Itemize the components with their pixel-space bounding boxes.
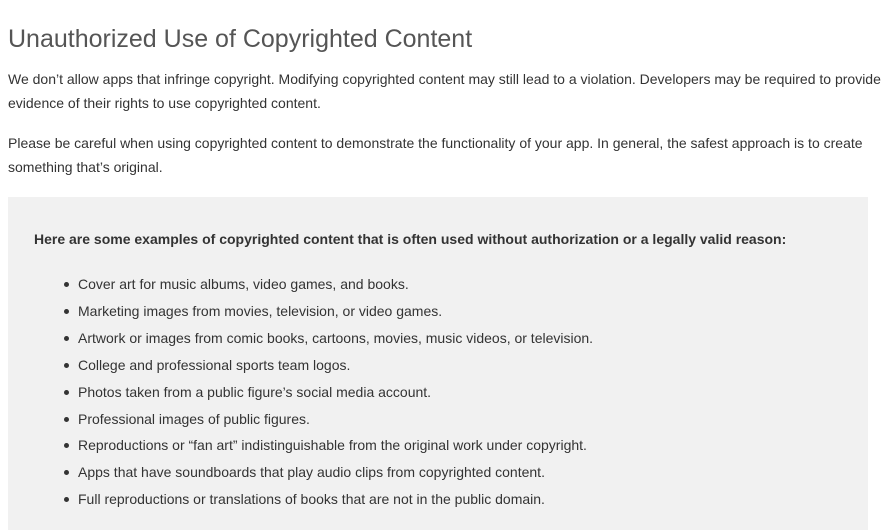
examples-heading: Here are some examples of copyrighted co… — [34, 231, 787, 247]
bullet-icon — [64, 470, 69, 476]
policy-page: Unauthorized Use of Copyrighted Content … — [0, 0, 890, 530]
bullet-icon — [64, 389, 69, 395]
bullet-icon — [64, 497, 69, 503]
list-item: Cover art for music albums, video games,… — [52, 271, 842, 298]
bullet-icon — [64, 335, 69, 341]
list-item: Photos taken from a public figure’s soci… — [52, 379, 842, 406]
list-item-text: College and professional sports team log… — [78, 356, 351, 373]
bullet-icon — [64, 362, 69, 368]
list-item-text: Photos taken from a public figure’s soci… — [78, 383, 432, 400]
list-item: Professional images of public figures. — [52, 406, 842, 433]
list-item: Full reproductions or translations of bo… — [52, 486, 842, 513]
guidance-paragraph: Please be careful when using copyrighted… — [8, 135, 863, 175]
list-item-text: Reproductions or “fan art” indistinguish… — [78, 437, 587, 454]
intro-paragraph: We don’t allow apps that infringe copyri… — [8, 71, 881, 111]
list-item: College and professional sports team log… — [52, 352, 842, 379]
list-item-text: Full reproductions or translations of bo… — [78, 491, 545, 508]
list-item: Artwork or images from comic books, cart… — [52, 325, 842, 352]
list-item: Reproductions or “fan art” indistinguish… — [52, 432, 842, 459]
list-item: Marketing images from movies, television… — [52, 298, 842, 325]
examples-list: Cover art for music albums, video games,… — [34, 271, 842, 513]
list-item-text: Professional images of public figures. — [78, 410, 310, 427]
bullet-icon — [64, 416, 69, 422]
list-item-text: Apps that have soundboards that play aud… — [78, 464, 545, 481]
bullet-icon — [64, 443, 69, 449]
list-item: Apps that have soundboards that play aud… — [52, 459, 842, 486]
list-item-text: Marketing images from movies, television… — [78, 302, 443, 319]
examples-box: Here are some examples of copyrighted co… — [8, 197, 868, 530]
list-item-text: Cover art for music albums, video games,… — [78, 276, 409, 292]
bullet-icon — [64, 308, 69, 314]
list-item-text: Artwork or images from comic books, cart… — [78, 329, 594, 346]
bullet-icon — [64, 282, 69, 287]
page-title: Unauthorized Use of Copyrighted Content — [8, 25, 473, 53]
